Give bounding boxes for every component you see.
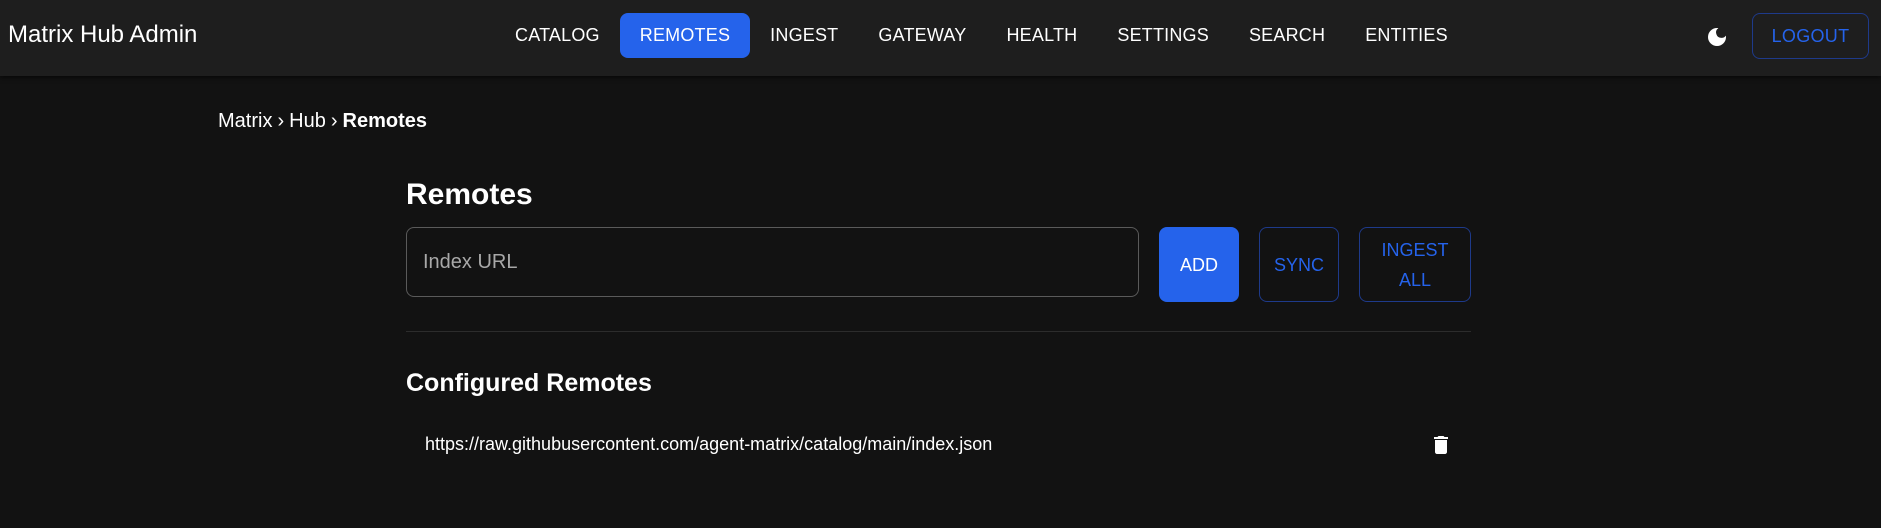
moon-icon (1708, 28, 1726, 46)
add-button[interactable]: ADD (1159, 227, 1239, 302)
app-title: Matrix Hub Admin (8, 21, 198, 48)
delete-remote-button[interactable] (1426, 430, 1456, 460)
nav-settings[interactable]: SETTINGS (1097, 13, 1229, 58)
list-item: https://raw.githubusercontent.com/agent-… (406, 424, 1471, 464)
breadcrumb-separator: › (277, 110, 285, 132)
nav-catalog[interactable]: CATALOG (495, 13, 620, 58)
nav-search[interactable]: SEARCH (1229, 13, 1345, 58)
breadcrumb-item-remotes: Remotes (342, 110, 427, 132)
breadcrumb-item-matrix[interactable]: Matrix (218, 110, 272, 132)
divider (406, 331, 1471, 332)
remote-url: https://raw.githubusercontent.com/agent-… (425, 433, 993, 454)
index-url-input[interactable] (407, 228, 1138, 296)
logout-button[interactable]: LOGOUT (1752, 13, 1869, 59)
theme-toggle-button[interactable] (1702, 22, 1732, 52)
configured-remotes-heading: Configured Remotes (406, 369, 652, 397)
nav-remotes[interactable]: REMOTES (619, 13, 751, 58)
nav-ingest[interactable]: INGEST (750, 13, 858, 58)
page-title: Remotes (406, 178, 533, 211)
nav-entities[interactable]: ENTITIES (1345, 13, 1468, 58)
breadcrumb-item-hub[interactable]: Hub (289, 110, 326, 132)
ingest-all-button[interactable]: INGEST ALL (1359, 227, 1471, 302)
ingest-all-label-line2: ALL (1398, 269, 1431, 290)
breadcrumb: Matrix › Hub › Remotes (218, 110, 427, 133)
index-url-field (406, 227, 1139, 297)
breadcrumb-separator: › (330, 110, 338, 132)
nav-health[interactable]: HEALTH (986, 13, 1097, 58)
ingest-all-label-line1: INGEST (1381, 239, 1449, 260)
ingest-all-label: INGEST ALL (1381, 235, 1448, 295)
trash-icon (1434, 436, 1448, 454)
sync-button[interactable]: SYNC (1259, 227, 1339, 302)
app-bar: Matrix Hub Admin CATALOG REMOTES INGEST … (0, 0, 1881, 76)
nav-gateway[interactable]: GATEWAY (858, 13, 986, 58)
main-nav: CATALOG REMOTES INGEST GATEWAY HEALTH SE… (495, 13, 1468, 58)
